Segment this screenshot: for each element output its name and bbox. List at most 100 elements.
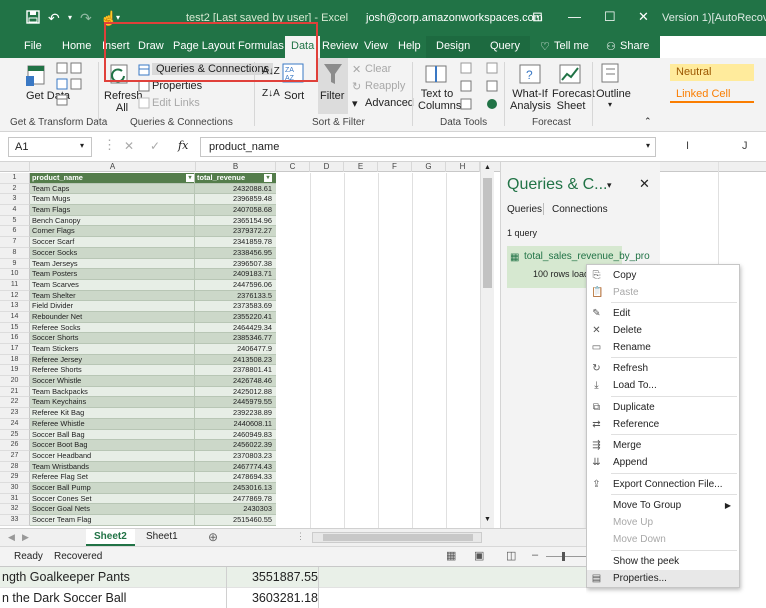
column-header-b[interactable]: B xyxy=(196,162,276,172)
style-linked-cell[interactable]: Linked Cell xyxy=(670,86,754,103)
outline-button[interactable]: Outline xyxy=(596,88,631,100)
menu-item-append[interactable]: ⇊ Append xyxy=(587,454,739,471)
from-web-icon[interactable] xyxy=(70,62,82,77)
total-revenue-cell[interactable]: 2396859.48 xyxy=(195,194,276,204)
share-icon[interactable]: ⚇ xyxy=(606,40,616,53)
total-revenue-cell[interactable]: 2464429.34 xyxy=(195,323,276,333)
product-name-cell[interactable]: Team Stickers xyxy=(30,344,195,354)
row-header[interactable]: 33 xyxy=(0,515,30,526)
menu-item-delete[interactable]: ✕ Delete xyxy=(587,322,739,339)
worksheet-grid[interactable]: A B C D E F G H 1 2 3 4 5 6 7 8 9 10 11 12 13 14 15 16 1… xyxy=(0,162,500,528)
product-name-cell[interactable]: Referee Flag Set xyxy=(30,472,195,482)
row-header[interactable]: 17 xyxy=(0,344,30,355)
row-header[interactable]: 14 xyxy=(0,311,30,323)
outline-dropdown-icon[interactable]: ▾ xyxy=(608,100,612,109)
total-revenue-cell[interactable]: 2445979.55 xyxy=(195,397,276,407)
menu-item-move-to-group[interactable]: Move To Group ▶ xyxy=(587,497,739,514)
scroll-down-icon[interactable]: ▼ xyxy=(484,516,491,523)
product-name-cell[interactable]: Team Mugs xyxy=(30,194,195,205)
confirm-entry-icon[interactable]: ✓ xyxy=(150,139,160,153)
menu-item-move-up[interactable]: Move Up xyxy=(587,514,739,531)
total-revenue-cell[interactable]: 2378801.41 xyxy=(195,365,276,375)
total-revenue-cell[interactable]: 2440608.11 xyxy=(195,419,276,429)
product-name-cell[interactable]: Team Posters xyxy=(30,269,195,279)
collapse-ribbon-icon[interactable]: ⌃ xyxy=(644,116,652,127)
expand-formula-bar-icon[interactable]: ▾ xyxy=(646,141,650,150)
row-header[interactable]: 8 xyxy=(0,247,30,259)
row-header[interactable]: 2 xyxy=(0,183,30,195)
sort-button[interactable]: Sort xyxy=(284,90,304,102)
name-box-dropdown-icon[interactable]: ▾ xyxy=(80,141,84,150)
header-cell[interactable]: product_name ▾ xyxy=(30,173,195,183)
menu-item-refresh[interactable]: ↻ Refresh xyxy=(587,360,739,377)
menu-item-duplicate[interactable]: ⧉ Duplicate xyxy=(587,399,739,416)
filter-dropdown-icon[interactable]: ▾ xyxy=(186,174,194,182)
advanced-button[interactable]: Advanced xyxy=(365,97,414,109)
product-name-cell[interactable]: Team Scarves xyxy=(30,279,195,290)
product-name-cell[interactable]: Bench Canopy xyxy=(30,215,195,226)
row-header[interactable]: 4 xyxy=(0,205,30,216)
account-name[interactable]: josh@corp.amazonworkspaces.com xyxy=(366,12,543,24)
zoom-slider-thumb[interactable] xyxy=(562,552,565,561)
product-name-cell[interactable]: Soccer Cones Set xyxy=(30,493,195,504)
pane-options-icon[interactable]: ▾ xyxy=(607,180,612,191)
minimize-icon[interactable]: — xyxy=(568,9,581,24)
vertical-scrollbar[interactable]: ▲ ▼ xyxy=(480,162,494,528)
row-header[interactable]: 27 xyxy=(0,450,30,462)
menu-item-show-the-peek[interactable]: Show the peek xyxy=(587,553,739,570)
total-revenue-cell[interactable]: 2392238.89 xyxy=(195,408,276,418)
row-header[interactable]: 1 xyxy=(0,173,30,184)
product-name-cell[interactable]: Referee Kit Bag xyxy=(30,408,195,418)
total-revenue-cell[interactable]: 2426748.46 xyxy=(195,376,276,386)
ribbon-display-icon[interactable]: ⊡ xyxy=(532,9,543,25)
menu-item-edit[interactable]: ✎ Edit xyxy=(587,305,739,322)
total-revenue-cell[interactable]: 2396507.38 xyxy=(195,259,276,269)
filter-dropdown-icon[interactable]: ▾ xyxy=(264,174,272,182)
total-revenue-cell[interactable]: 2341859.78 xyxy=(195,237,276,247)
column-header-e[interactable]: E xyxy=(344,162,378,172)
total-revenue-cell[interactable]: 2477869.78 xyxy=(195,494,276,504)
manage-data-model-icon[interactable] xyxy=(486,98,498,113)
row-header[interactable]: 23 xyxy=(0,408,30,419)
row-header[interactable]: 3 xyxy=(0,194,30,206)
style-neutral[interactable]: Neutral xyxy=(670,64,754,81)
menu-item-reference[interactable]: ⇄ Reference xyxy=(587,416,739,433)
save-icon[interactable] xyxy=(26,10,40,27)
product-name-cell[interactable]: Team Backpacks xyxy=(30,386,195,397)
product-name-cell[interactable]: Soccer Ball Pump xyxy=(30,482,195,493)
existing-connections-icon[interactable] xyxy=(56,94,68,109)
flash-fill-icon[interactable] xyxy=(460,62,472,77)
advanced-filter-icon[interactable]: ▾ xyxy=(352,97,358,110)
total-revenue-cell[interactable]: 2385346.77 xyxy=(195,333,276,343)
tab-home[interactable]: Home xyxy=(62,40,91,52)
total-revenue-cell[interactable]: 2456022.39 xyxy=(195,440,276,450)
menu-item-paste[interactable]: 📋 Paste xyxy=(587,284,739,301)
row-header[interactable]: 12 xyxy=(0,290,30,302)
product-name-cell[interactable]: Soccer Team Flag xyxy=(30,515,195,525)
normal-view-icon[interactable]: ▦ xyxy=(446,549,456,562)
product-name-cell[interactable]: Referee Whistle xyxy=(30,418,195,429)
undo-icon[interactable]: ↶ xyxy=(48,10,60,27)
product-name-cell[interactable]: Soccer Headband xyxy=(30,450,195,461)
tell-me-icon[interactable]: ♡ xyxy=(540,40,550,53)
product-name-cell[interactable]: Team Wristbands xyxy=(30,461,195,472)
page-break-view-icon[interactable]: ◫ xyxy=(506,549,516,562)
product-name-cell[interactable]: Rebounder Net xyxy=(30,311,195,322)
tab-file[interactable]: File xyxy=(24,40,42,52)
total-revenue-cell[interactable]: 2365154.96 xyxy=(195,216,276,226)
redo-icon[interactable]: ↷ xyxy=(80,10,92,27)
sort-descending-icon[interactable]: Z↓A xyxy=(262,88,280,99)
reapply-icon[interactable]: ↻ xyxy=(352,80,361,93)
product-name-cell[interactable]: Soccer Whistle xyxy=(30,376,195,386)
relationships-icon[interactable] xyxy=(486,80,498,95)
row-header[interactable]: 5 xyxy=(0,215,30,227)
menu-item-properties[interactable]: ▤ Properties... xyxy=(587,570,739,587)
share-button[interactable]: Share xyxy=(620,40,649,52)
row-header[interactable]: 25 xyxy=(0,429,30,441)
column-header-a[interactable]: A xyxy=(30,162,196,172)
select-all-corner[interactable] xyxy=(0,162,30,172)
column-header-d[interactable]: D xyxy=(310,162,344,172)
tab-help[interactable]: Help xyxy=(398,40,421,52)
query-name[interactable]: total_sales_revenue_by_pro xyxy=(524,251,650,262)
total-revenue-cell[interactable]: 2370803.23 xyxy=(195,451,276,461)
